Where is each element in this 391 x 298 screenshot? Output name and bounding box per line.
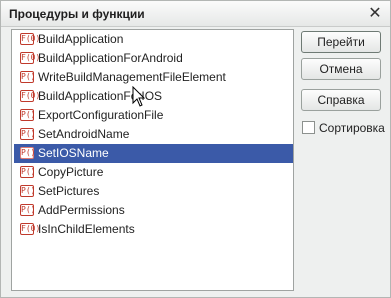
procedure-icon: P() — [20, 204, 36, 216]
function-icon: F(0) — [20, 52, 41, 64]
list-item[interactable]: P() WriteBuildManagementFileElement — [14, 68, 293, 87]
list-item[interactable]: P() ExportConfigurationFile — [14, 106, 293, 125]
list-item-label: WriteBuildManagementFileElement — [38, 70, 226, 84]
list-item[interactable]: P() SetPictures — [14, 182, 293, 201]
list-item[interactable]: F(0) BuildApplicationForIOS — [14, 87, 293, 106]
list-item-label: AddPermissions — [38, 203, 125, 217]
sort-checkbox-label: Сортировка — [319, 121, 385, 135]
list-item-label: CopyPicture — [38, 165, 104, 179]
procedure-icon: P() — [20, 185, 36, 197]
list-item-label: SetAndroidName — [38, 127, 130, 141]
list-item-label: SetIOSName — [38, 146, 109, 160]
function-icon: F(0) — [20, 33, 41, 45]
list-item[interactable]: P() SetAndroidName — [14, 125, 293, 144]
close-icon[interactable]: ✕ — [366, 5, 384, 23]
procedure-icon: P() — [20, 71, 36, 83]
list-item[interactable]: P() AddPermissions — [14, 201, 293, 220]
procedures-list-items: F(0) BuildApplication F(0) BuildApplication… — [14, 30, 293, 239]
goto-button[interactable]: Перейти — [301, 31, 381, 53]
list-item[interactable]: P() SetIOSName — [14, 144, 293, 163]
list-item-label: SetPictures — [38, 184, 100, 198]
title-bar[interactable]: Процедуры и функции ✕ — [1, 1, 390, 27]
dialog-title: Процедуры и функции — [9, 7, 145, 21]
function-icon: F(0) — [20, 223, 41, 235]
procedures-list[interactable]: F(0) BuildApplication F(0) BuildApplication… — [11, 29, 294, 291]
list-item[interactable]: F(0) IsInChildElements — [14, 220, 293, 239]
function-icon: F(0) — [20, 90, 41, 102]
list-item[interactable]: F(0) BuildApplication — [14, 30, 293, 49]
list-item-label: ExportConfigurationFile — [38, 108, 164, 122]
dialog-window: Процедуры и функции ✕ F(0) BuildApplicati… — [0, 0, 391, 298]
procedure-icon: P() — [20, 147, 36, 159]
list-item[interactable]: P() CopyPicture — [14, 163, 293, 182]
procedure-icon: P() — [20, 166, 36, 178]
list-item-label: BuildApplicationForIOS — [38, 89, 163, 103]
cancel-button[interactable]: Отмена — [301, 58, 381, 80]
procedure-icon: P() — [20, 109, 36, 121]
procedure-icon: P() — [20, 128, 36, 140]
sort-checkbox[interactable] — [302, 121, 315, 134]
list-item-label: BuildApplicationForAndroid — [38, 51, 183, 65]
help-button[interactable]: Справка — [301, 89, 381, 111]
list-item-label: IsInChildElements — [38, 222, 135, 236]
list-item-label: BuildApplication — [38, 32, 124, 46]
list-item[interactable]: F(0) BuildApplicationForAndroid — [14, 49, 293, 68]
